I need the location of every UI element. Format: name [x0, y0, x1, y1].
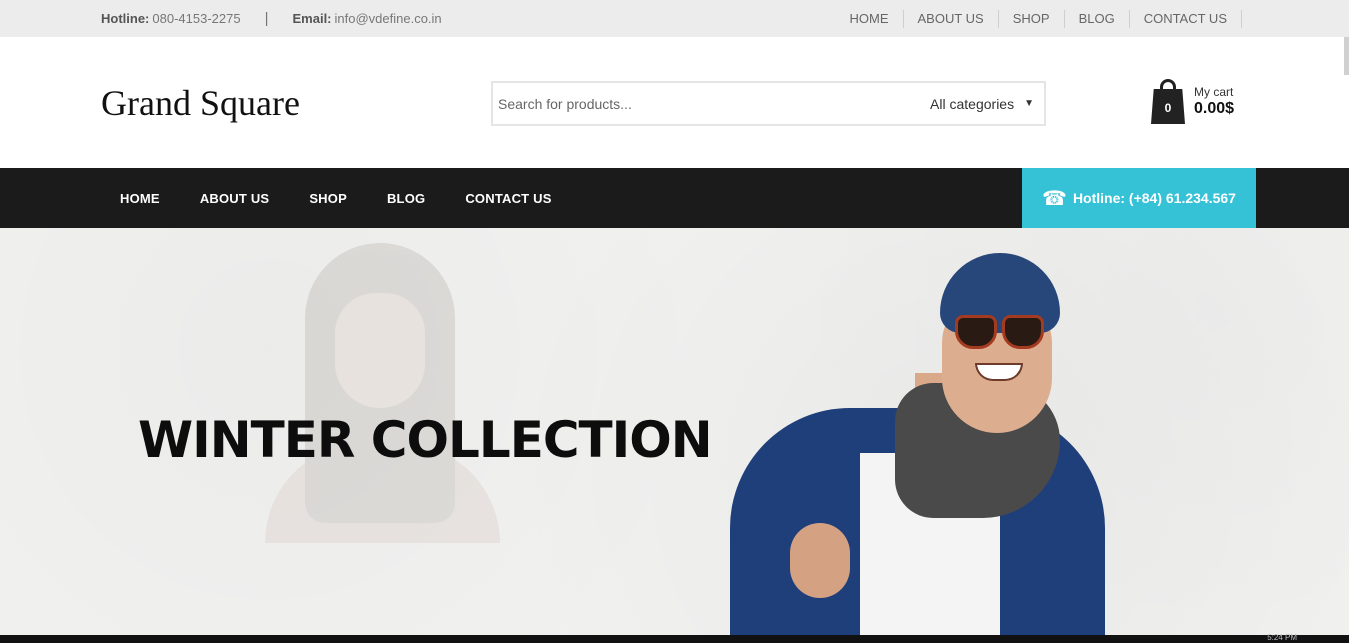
top-link-about-us[interactable]: ABOUT US [904, 9, 999, 28]
search-input[interactable] [493, 83, 931, 124]
hero-background-woman-image [265, 243, 500, 543]
model-sunglasses-right [1002, 315, 1044, 349]
cart-info: My cart 0.00$ [1194, 85, 1234, 118]
top-links: HOME ABOUT US SHOP BLOG CONTACT US [836, 0, 1242, 37]
hero-model-image [730, 253, 1130, 635]
hero-title: WINTER COLLECTION [138, 411, 713, 469]
email-label: Email: [292, 11, 332, 26]
email-address: info@vdefine.co.in [334, 11, 442, 26]
product-search: All categories ▼ [491, 81, 1046, 126]
os-taskbar: 5:24 PM [0, 633, 1349, 643]
model-hand [790, 523, 850, 598]
category-select[interactable]: All categories ▼ [930, 96, 1044, 112]
main-nav: HOME ABOUT US SHOP BLOG CONTACT US ☎ Hot… [0, 168, 1349, 228]
category-selected-label: All categories [930, 95, 1015, 112]
top-utility-bar: Hotline: 080-4153-2275 | Email: info@vde… [0, 0, 1349, 37]
contact-info: Hotline: 080-4153-2275 | Email: info@vde… [101, 0, 442, 37]
hero-banner[interactable]: WINTER COLLECTION [0, 228, 1349, 635]
nav-item-shop[interactable]: SHOP [289, 191, 367, 206]
hotline-banner[interactable]: ☎ Hotline: (+84) 61.234.567 [1022, 168, 1256, 228]
divider: | [264, 10, 269, 27]
caret-down-icon: ▼ [1024, 98, 1034, 109]
nav-item-blog[interactable]: BLOG [367, 191, 445, 206]
hotline-number: 080-4153-2275 [152, 11, 241, 26]
site-header: Grand Square All categories ▼ 0 My cart … [0, 37, 1349, 168]
cart-amount: 0.00$ [1194, 99, 1235, 117]
taskbar-clock: 5:24 PM [1267, 633, 1297, 642]
ghost-face [335, 293, 425, 408]
scrollbar-thumb[interactable] [1344, 37, 1349, 75]
nav-item-about-us[interactable]: ABOUT US [180, 191, 290, 206]
top-link-shop[interactable]: SHOP [999, 9, 1065, 28]
top-link-blog[interactable]: BLOG [1065, 9, 1130, 28]
model-sunglasses-left [955, 315, 997, 349]
cart-label: My cart [1194, 84, 1234, 99]
phone-icon: ☎ [1042, 187, 1067, 210]
cart-count: 0 [1151, 89, 1185, 124]
hotline-banner-text: Hotline: (+84) 61.234.567 [1072, 190, 1236, 206]
top-link-home[interactable]: HOME [836, 9, 904, 28]
top-link-contact-us[interactable]: CONTACT US [1130, 9, 1242, 28]
hotline-label: Hotline: [101, 11, 150, 26]
mini-cart[interactable]: 0 My cart 0.00$ [1150, 77, 1234, 125]
nav-item-contact-us[interactable]: CONTACT US [445, 191, 571, 206]
site-logo[interactable]: Grand Square [101, 82, 300, 124]
nav-item-home[interactable]: HOME [100, 191, 180, 206]
main-nav-items: HOME ABOUT US SHOP BLOG CONTACT US [100, 168, 572, 228]
shopping-bag-icon: 0 [1150, 77, 1186, 125]
